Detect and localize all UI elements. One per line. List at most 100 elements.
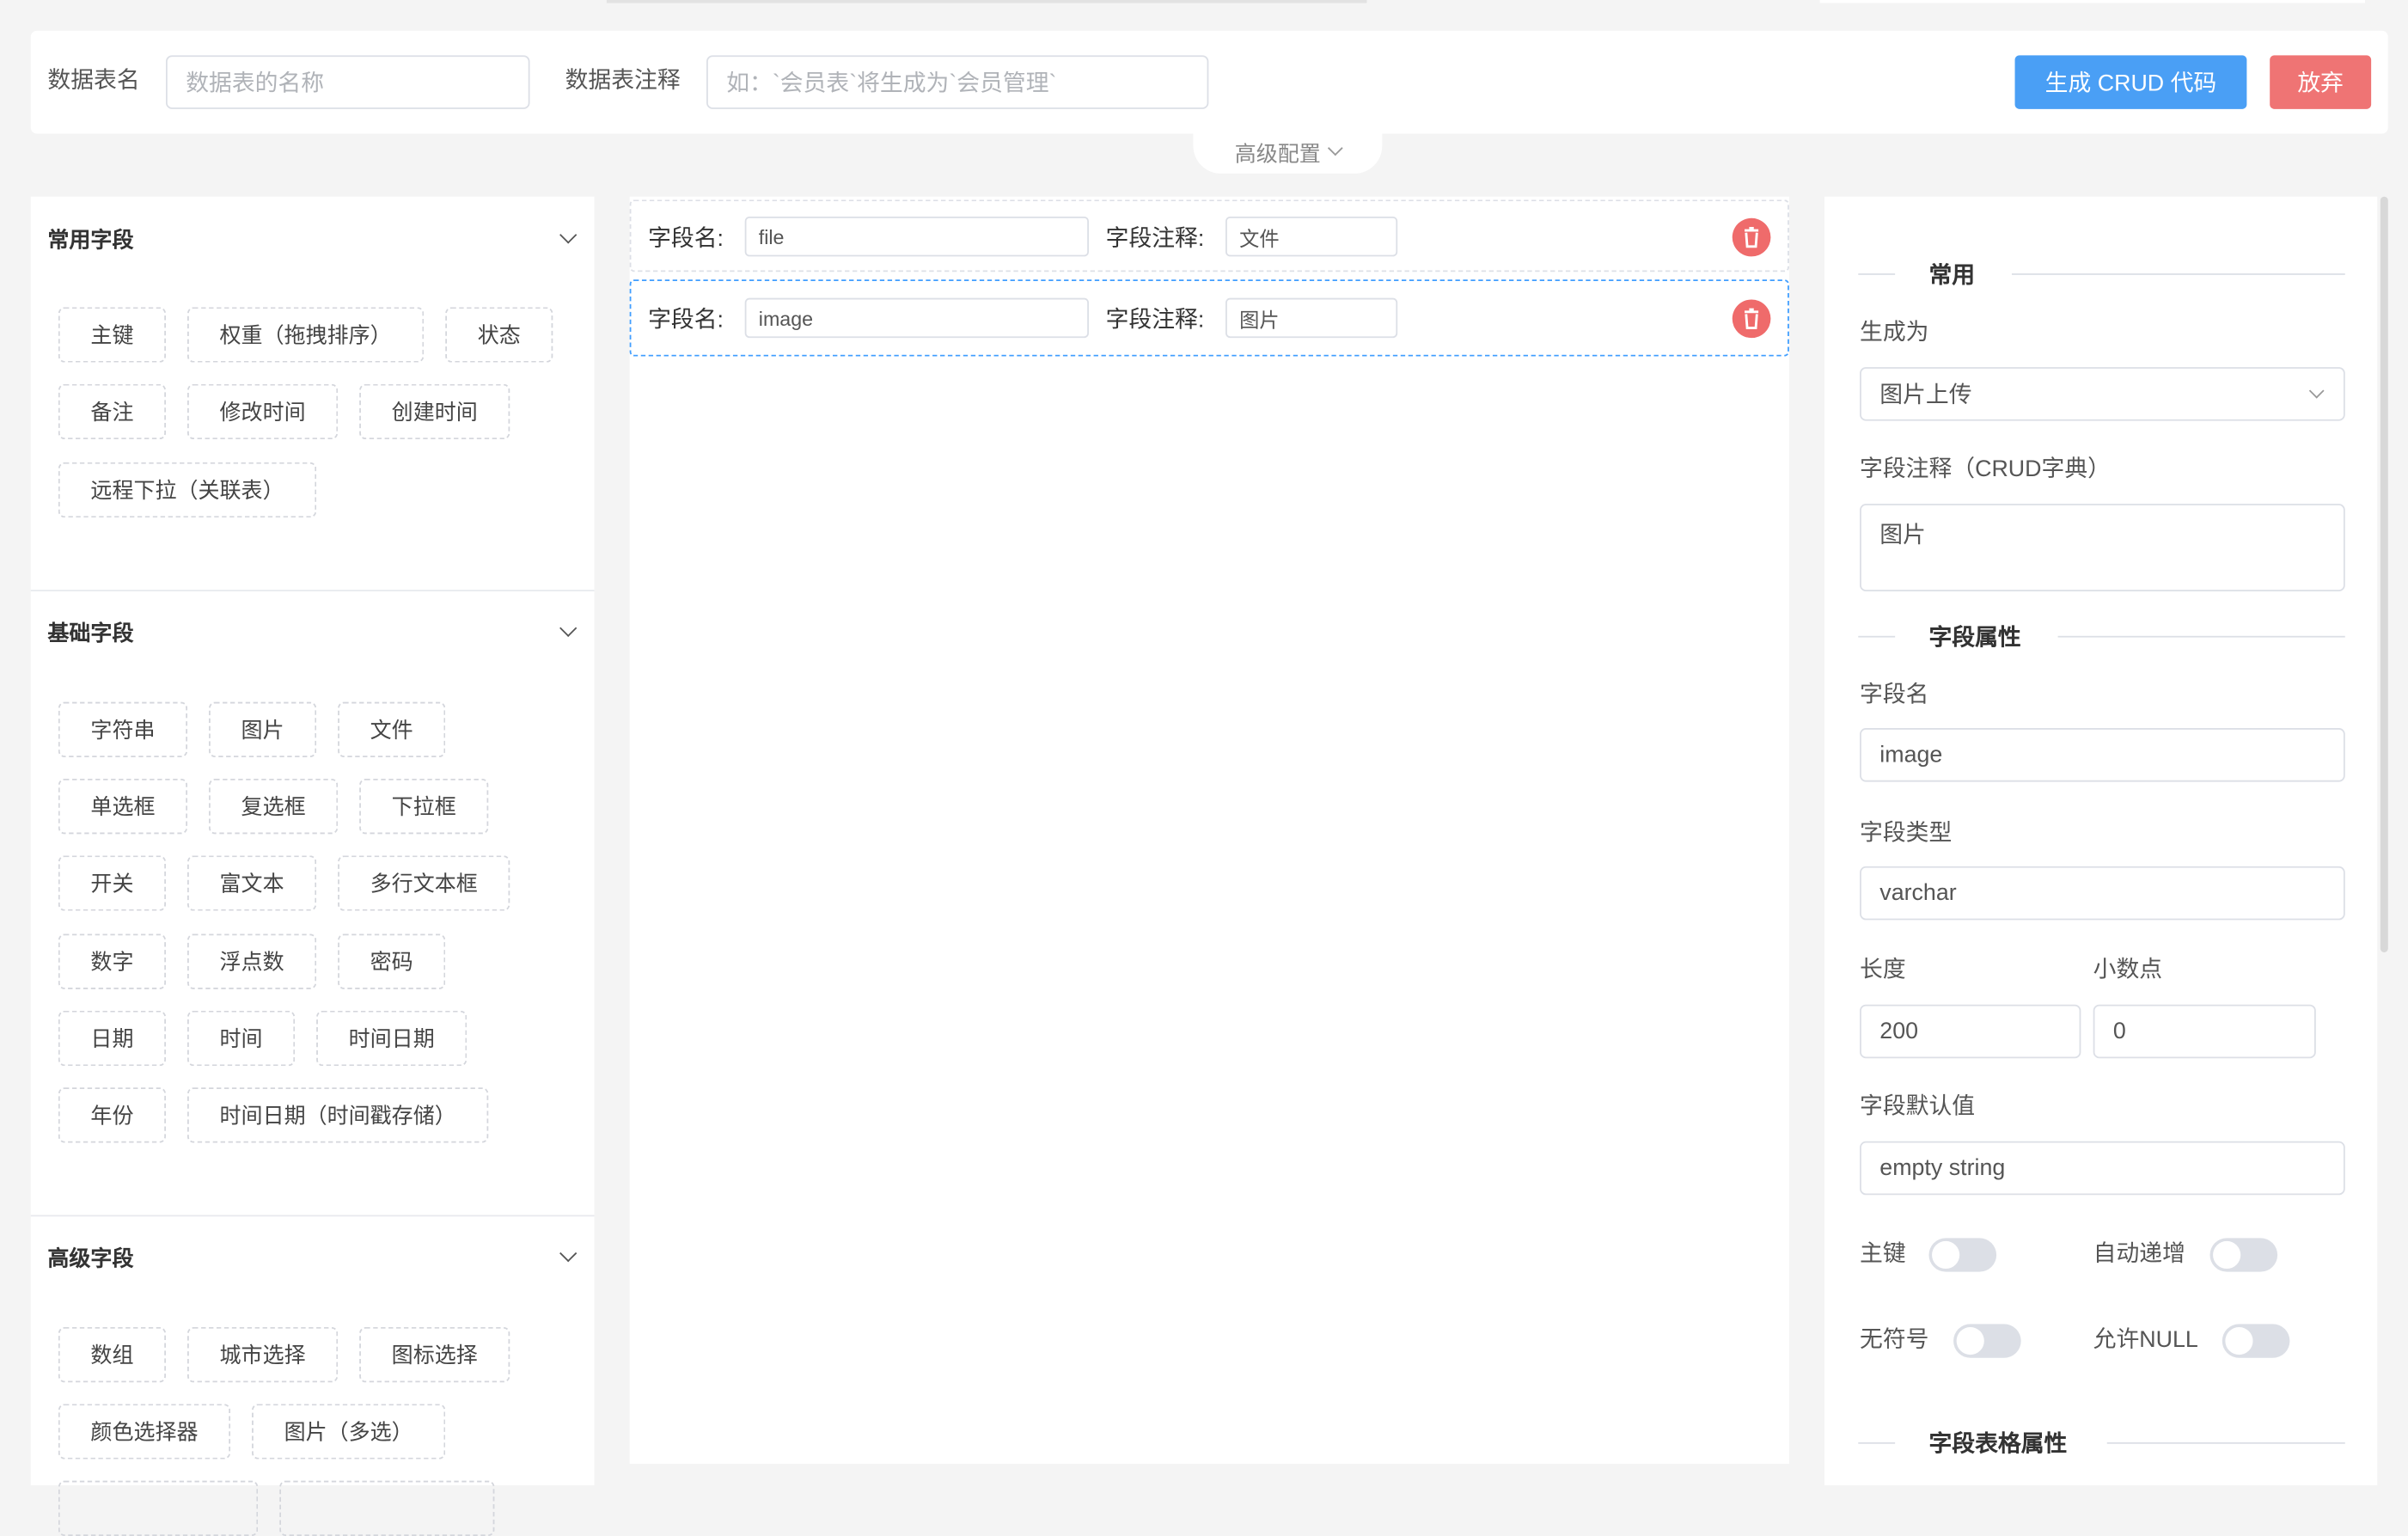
field-name-label: 字段名: (648, 225, 724, 253)
field-tag[interactable]: 富文本 (187, 855, 317, 911)
auto-increment-label: 自动递增 (2093, 1240, 2185, 1268)
tag-row: 日期 时间 时间日期 (58, 1010, 468, 1067)
length-input[interactable]: 200 (1860, 1004, 2081, 1059)
field-tag[interactable]: 时间日期（时间戳存储） (187, 1087, 489, 1143)
field-tag[interactable]: 数字 (58, 933, 166, 989)
select-value: 图片上传 (1879, 382, 1972, 409)
field-tag[interactable]: 远程下拉（关联表） (58, 462, 317, 518)
field-tag[interactable] (279, 1480, 495, 1536)
type-input[interactable]: varchar (1860, 866, 2345, 921)
generate-as-label: 生成为 (1860, 319, 1929, 346)
table-name-input[interactable]: 数据表的名称 (165, 55, 530, 109)
comment-label: 字段注释（CRUD字典） (1860, 456, 2111, 483)
scrollbar[interactable] (2380, 196, 2388, 952)
allow-null-label: 允许NULL (2093, 1326, 2198, 1354)
default-input[interactable]: empty string (1860, 1141, 2345, 1196)
field-tag[interactable]: 图标选择 (359, 1326, 510, 1383)
advanced-config-toggle[interactable]: 高级配置 (1193, 132, 1383, 174)
generate-as-select[interactable]: 图片上传 (1860, 367, 2345, 421)
field-tag[interactable]: 开关 (58, 855, 166, 911)
field-comment-input[interactable]: 图片 (1225, 297, 1398, 339)
name-input[interactable]: image (1860, 728, 2345, 782)
primary-key-label: 主键 (1860, 1240, 1906, 1268)
section-title-advanced[interactable]: 高级字段 (47, 1243, 133, 1274)
field-tag[interactable]: 时间 (187, 1010, 296, 1067)
table-config-card: 数据表名 数据表的名称 数据表注释 如：`会员表`将生成为`会员管理` 生成 C… (30, 30, 2388, 134)
field-name-label: 字段名: (648, 307, 724, 334)
field-tag[interactable]: 复选框 (209, 779, 339, 835)
unsigned-toggle[interactable] (1953, 1324, 2021, 1358)
field-name-input[interactable]: image (744, 297, 1089, 339)
field-tag[interactable]: 城市选择 (187, 1326, 339, 1383)
field-tag[interactable]: 浮点数 (187, 933, 317, 989)
chevron-down-icon (2308, 382, 2325, 399)
tag-row: 数组 城市选择 图标选择 (58, 1326, 510, 1383)
field-tag[interactable]: 主键 (58, 307, 166, 363)
field-tag[interactable]: 数组 (58, 1326, 166, 1383)
allow-null-toggle[interactable] (2222, 1324, 2290, 1358)
decimals-input[interactable]: 0 (2093, 1004, 2316, 1059)
field-tag[interactable]: 单选框 (58, 779, 188, 835)
section-title-common[interactable]: 常用字段 (47, 224, 133, 255)
advanced-config-label: 高级配置 (1234, 140, 1321, 166)
textarea-value: 图片 (1879, 522, 1926, 548)
chevron-down-icon[interactable] (559, 1245, 578, 1263)
field-row[interactable]: 字段名: file 字段注释: 文件 (629, 199, 1789, 272)
divider-title: 字段表格属性 (1928, 1431, 2068, 1458)
field-tag[interactable]: 创建时间 (359, 383, 510, 440)
generate-crud-button[interactable]: 生成 CRUD 代码 (2014, 55, 2247, 109)
placeholder: 如：`会员表`将生成为`会员管理` (726, 70, 1057, 97)
chevron-down-icon (1327, 140, 1343, 156)
delete-icon[interactable] (1732, 299, 1771, 339)
field-tag[interactable] (58, 1480, 259, 1536)
field-list: 字段名: file 字段注释: 文件 字段名: image 字段注释: 图片 (629, 196, 1789, 1465)
length-label: 长度 (1860, 957, 1906, 983)
field-properties: 常用 生成为 图片上传 字段注释（CRUD字典） 图片 字段属性 字段名 ima… (1824, 196, 2378, 1486)
delete-icon[interactable] (1732, 217, 1771, 257)
tag-row: 年份 时间日期（时间戳存储） (58, 1087, 489, 1143)
chevron-down-icon[interactable] (559, 226, 578, 244)
top-tab-strip (606, 0, 1367, 3)
field-tag[interactable]: 备注 (58, 383, 166, 440)
field-tag[interactable]: 密码 (338, 933, 446, 989)
field-tag[interactable]: 状态 (445, 307, 553, 363)
name-label: 字段名 (1860, 682, 1929, 708)
default-label: 字段默认值 (1860, 1093, 1976, 1120)
field-tag[interactable]: 多行文本框 (338, 855, 510, 911)
field-tag[interactable]: 颜色选择器 (58, 1404, 231, 1460)
field-tag[interactable]: 时间日期 (316, 1010, 468, 1067)
divider-table-attributes: 字段表格属性 (1858, 1427, 2345, 1458)
section-divider (30, 1215, 595, 1217)
field-tag[interactable]: 日期 (58, 1010, 166, 1067)
chevron-down-icon[interactable] (559, 619, 578, 637)
field-comment-input[interactable]: 文件 (1225, 216, 1398, 257)
section-divider (30, 590, 595, 591)
comment-textarea[interactable]: 图片 (1860, 504, 2345, 591)
divider-title: 字段属性 (1928, 625, 2021, 652)
auto-increment-toggle[interactable] (2209, 1238, 2278, 1272)
field-tag[interactable]: 修改时间 (187, 383, 339, 440)
table-name-label: 数据表名 (47, 67, 140, 95)
primary-key-toggle[interactable] (1928, 1238, 1997, 1272)
field-comment-label: 字段注释: (1105, 225, 1205, 253)
tag-row: 数字 浮点数 密码 (58, 933, 446, 989)
tag-row: 备注 修改时间 创建时间 (58, 383, 510, 440)
field-tag[interactable]: 年份 (58, 1087, 166, 1143)
type-label: 字段类型 (1860, 820, 1953, 847)
field-name-input[interactable]: file (744, 216, 1089, 257)
field-comment-label: 字段注释: (1105, 307, 1205, 334)
tag-row: 开关 富文本 多行文本框 (58, 855, 510, 911)
divider-common: 常用 (1858, 258, 2345, 289)
field-tag[interactable]: 权重（拖拽排序） (187, 307, 425, 363)
tag-row: 颜色选择器 图片（多选） (58, 1404, 446, 1460)
field-tag[interactable]: 图片（多选） (252, 1404, 446, 1460)
section-title-basic[interactable]: 基础字段 (47, 617, 133, 648)
discard-button[interactable]: 放弃 (2270, 55, 2372, 109)
field-tag[interactable]: 字符串 (58, 701, 188, 757)
field-row-selected[interactable]: 字段名: image 字段注释: 图片 (629, 279, 1789, 357)
table-comment-input[interactable]: 如：`会员表`将生成为`会员管理` (706, 55, 1209, 109)
field-tag[interactable]: 下拉框 (359, 779, 489, 835)
tag-row: 远程下拉（关联表） (58, 462, 317, 518)
field-tag[interactable]: 图片 (209, 701, 317, 757)
field-tag[interactable]: 文件 (338, 701, 446, 757)
